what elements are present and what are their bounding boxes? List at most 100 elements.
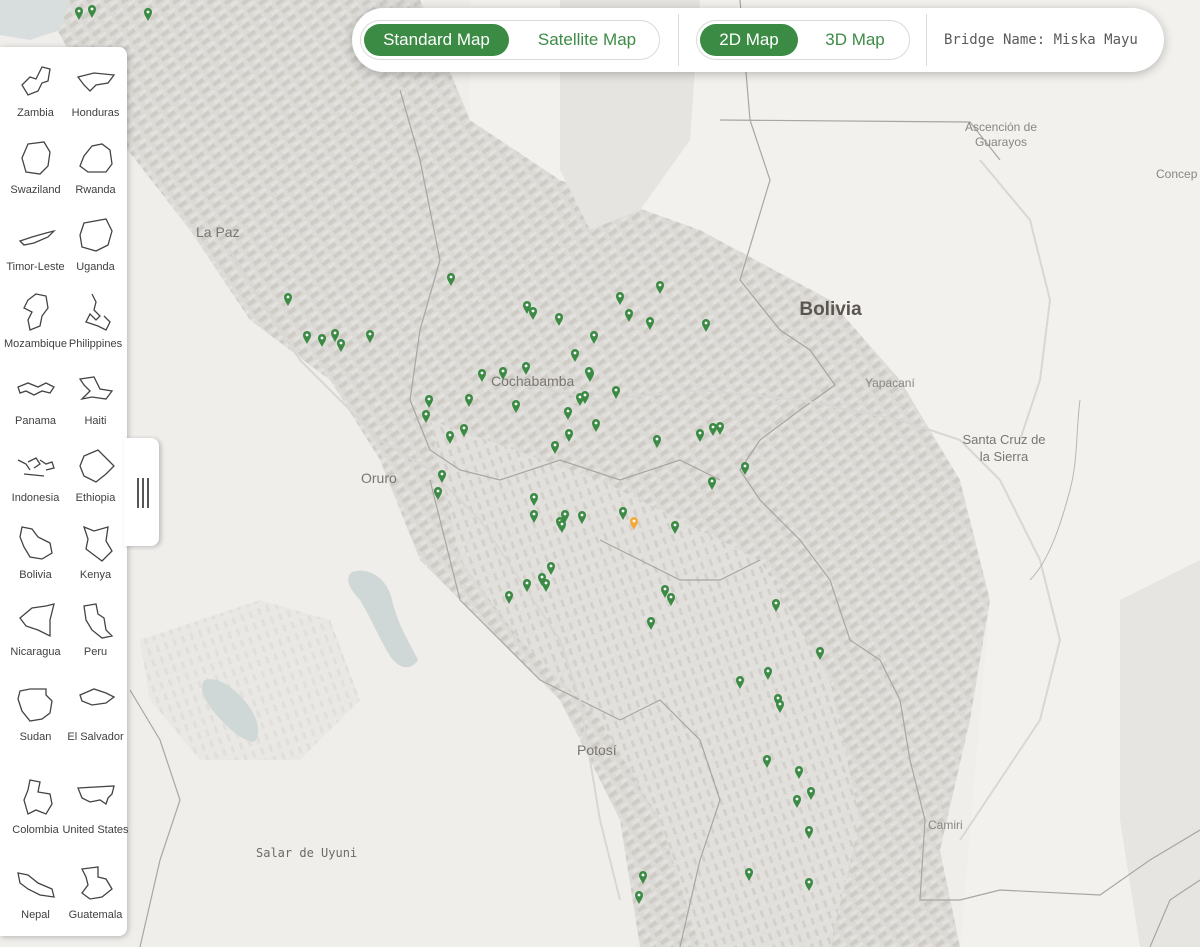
country-item-united-states[interactable]: United States xyxy=(62,772,129,849)
bridge-pin-marker[interactable] xyxy=(303,329,311,344)
bridge-pin-marker[interactable] xyxy=(88,3,96,18)
bridge-pin-marker[interactable] xyxy=(565,427,573,442)
divider xyxy=(926,14,927,66)
country-item-peru[interactable]: Peru xyxy=(64,594,127,671)
bridge-pin-marker[interactable] xyxy=(646,315,654,330)
bridge-pin-marker[interactable] xyxy=(764,665,772,680)
bridge-pin-marker[interactable] xyxy=(793,793,801,808)
bridge-pin-marker[interactable] xyxy=(667,591,675,606)
bridge-pin-marker[interactable] xyxy=(366,328,374,343)
bridge-pin-marker[interactable] xyxy=(647,615,655,630)
2d-map-button[interactable]: 2D Map xyxy=(700,24,798,56)
bridge-pin-marker[interactable] xyxy=(542,577,550,592)
bridge-pin-marker[interactable] xyxy=(585,365,593,380)
bridge-pin-marker[interactable] xyxy=(592,417,600,432)
bridge-pin-marker[interactable] xyxy=(805,824,813,839)
bridge-pin-marker[interactable] xyxy=(558,518,566,533)
bridge-pin-marker[interactable] xyxy=(564,405,572,420)
bridge-pin-marker[interactable] xyxy=(696,427,704,442)
bridge-pin-marker[interactable] xyxy=(422,408,430,423)
bridge-pin-marker[interactable] xyxy=(425,393,433,408)
country-item-indonesia[interactable]: Indonesia xyxy=(4,440,67,517)
bridge-pin-marker[interactable] xyxy=(763,753,771,768)
bridge-pin-marker[interactable] xyxy=(551,439,559,454)
bridge-pin-marker[interactable] xyxy=(337,337,345,352)
bridge-pin-marker[interactable] xyxy=(708,475,716,490)
country-item-bolivia[interactable]: Bolivia xyxy=(4,517,67,594)
bridge-pin-marker[interactable] xyxy=(522,360,530,375)
bridge-pin-marker[interactable] xyxy=(702,317,710,332)
country-item-panama[interactable]: Panama xyxy=(4,363,67,440)
bridge-pin-marker[interactable] xyxy=(523,577,531,592)
country-item-el-salvador[interactable]: El Salvador xyxy=(64,679,127,756)
bridge-pin-marker[interactable] xyxy=(478,367,486,382)
bridge-pin-marker[interactable] xyxy=(612,384,620,399)
bridge-pin-marker[interactable] xyxy=(816,645,824,660)
bridge-pin-marker[interactable] xyxy=(805,876,813,891)
bridge-pin-marker[interactable] xyxy=(571,347,579,362)
bridge-pin-marker[interactable] xyxy=(795,764,803,779)
bridge-pin-marker[interactable] xyxy=(460,422,468,437)
bridge-pin-marker[interactable] xyxy=(616,290,624,305)
bridge-pin-marker[interactable] xyxy=(547,560,555,575)
country-item-rwanda[interactable]: Rwanda xyxy=(64,132,127,209)
standard-map-button[interactable]: Standard Map xyxy=(364,24,509,56)
bridge-pin-marker[interactable] xyxy=(745,866,753,881)
country-label: Haiti xyxy=(84,415,107,427)
country-item-mozambique[interactable]: Mozambique xyxy=(4,286,67,363)
bridge-pin-marker[interactable] xyxy=(716,420,724,435)
country-item-ethiopia[interactable]: Ethiopia xyxy=(64,440,127,517)
country-item-colombia[interactable]: Colombia xyxy=(4,772,67,849)
3d-map-button[interactable]: 3D Map xyxy=(805,24,905,56)
country-item-timor-leste[interactable]: Timor-Leste xyxy=(4,209,67,286)
country-item-swaziland[interactable]: Swaziland xyxy=(4,132,67,209)
sudan-outline-icon xyxy=(17,688,53,722)
country-item-guatemala[interactable]: Guatemala xyxy=(64,857,127,934)
bridge-pin-marker[interactable] xyxy=(499,365,507,380)
bridge-pin-marker[interactable] xyxy=(656,279,664,294)
country-item-sudan[interactable]: Sudan xyxy=(4,679,67,756)
bridge-pin-marker[interactable] xyxy=(447,271,455,286)
selected-bridge-marker[interactable] xyxy=(630,515,638,530)
country-item-kenya[interactable]: Kenya xyxy=(64,517,127,594)
bridge-pin-marker[interactable] xyxy=(144,6,152,21)
collapse-panel-button[interactable] xyxy=(124,438,159,546)
bridge-pin-marker[interactable] xyxy=(776,698,784,713)
bridge-pin-marker[interactable] xyxy=(619,505,627,520)
country-item-philippines[interactable]: Philippines xyxy=(64,286,127,363)
bridge-pin-marker[interactable] xyxy=(772,597,780,612)
country-item-nicaragua[interactable]: Nicaragua xyxy=(4,594,67,671)
city-label-ascencion: Ascención de Guarayos xyxy=(964,120,1038,149)
country-item-uganda[interactable]: Uganda xyxy=(64,209,127,286)
bridge-pin-marker[interactable] xyxy=(505,589,513,604)
bridge-pin-marker[interactable] xyxy=(625,307,633,322)
bridge-pin-marker[interactable] xyxy=(555,311,563,326)
satellite-map-button[interactable]: Satellite Map xyxy=(519,24,655,56)
bridge-pin-marker[interactable] xyxy=(465,392,473,407)
bridge-pin-marker[interactable] xyxy=(75,5,83,20)
bridge-pin-marker[interactable] xyxy=(736,674,744,689)
bridge-pin-marker[interactable] xyxy=(446,429,454,444)
bridge-name-label: Bridge Name: Miska Mayu xyxy=(944,32,1138,48)
bridge-pin-marker[interactable] xyxy=(639,869,647,884)
bridge-pin-marker[interactable] xyxy=(530,491,538,506)
bridge-pin-marker[interactable] xyxy=(512,398,520,413)
bridge-pin-marker[interactable] xyxy=(671,519,679,534)
country-item-nepal[interactable]: Nepal xyxy=(4,857,67,934)
bridge-pin-marker[interactable] xyxy=(581,389,589,404)
bridge-pin-marker[interactable] xyxy=(530,508,538,523)
bridge-pin-marker[interactable] xyxy=(578,509,586,524)
bridge-pin-marker[interactable] xyxy=(529,305,537,320)
bridge-pin-marker[interactable] xyxy=(438,468,446,483)
bridge-pin-marker[interactable] xyxy=(741,460,749,475)
bridge-pin-marker[interactable] xyxy=(807,785,815,800)
bridge-pin-marker[interactable] xyxy=(653,433,661,448)
country-item-zambia[interactable]: Zambia xyxy=(4,55,67,132)
country-item-honduras[interactable]: Honduras xyxy=(64,55,127,132)
country-item-haiti[interactable]: Haiti xyxy=(64,363,127,440)
bridge-pin-marker[interactable] xyxy=(590,329,598,344)
bridge-pin-marker[interactable] xyxy=(434,485,442,500)
bridge-pin-marker[interactable] xyxy=(284,291,292,306)
bridge-pin-marker[interactable] xyxy=(635,889,643,904)
bridge-pin-marker[interactable] xyxy=(318,332,326,347)
